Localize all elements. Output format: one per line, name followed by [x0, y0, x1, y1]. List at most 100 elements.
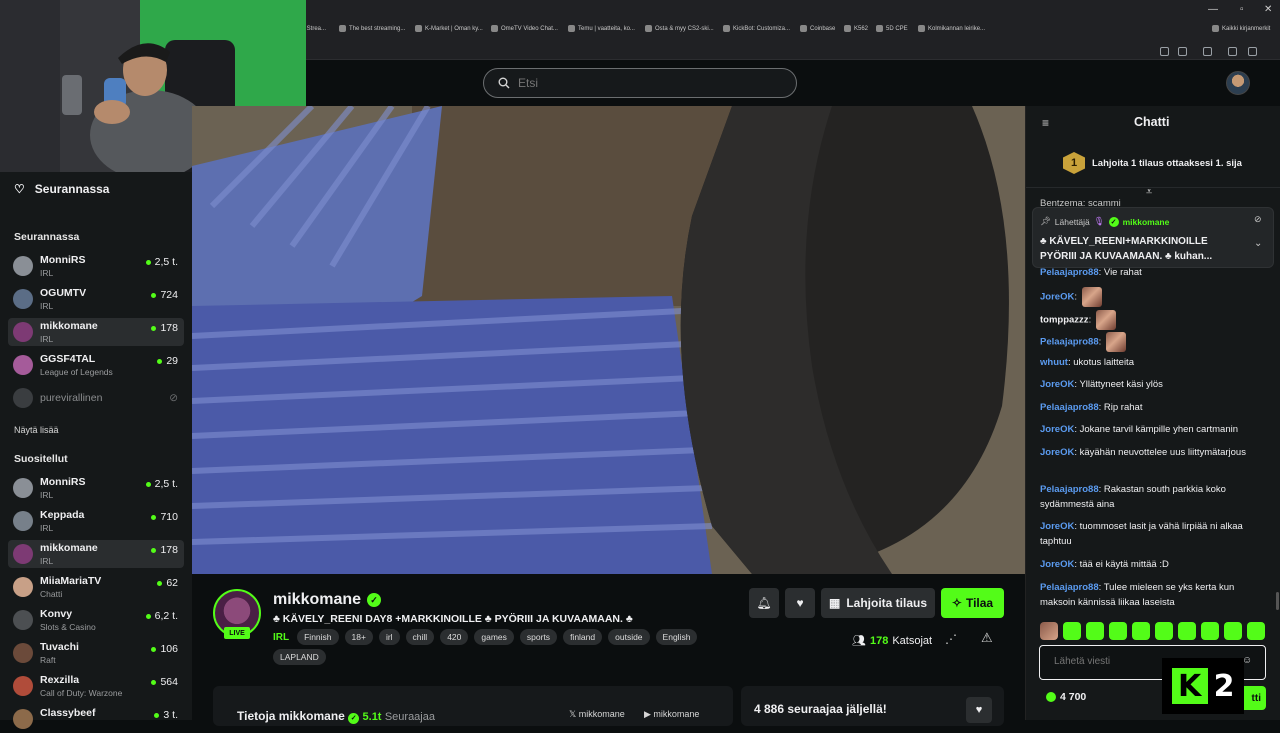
video-player[interactable] — [192, 106, 1025, 574]
bookmark-item[interactable]: 5D CPE — [876, 25, 908, 32]
restore-icon[interactable]: ▫ — [1240, 4, 1244, 15]
chat-username[interactable]: JoreOK — [1040, 559, 1074, 570]
sidebar-channel-mikkomane[interactable]: mikkomane IRL 178 — [8, 540, 184, 568]
stream-tag[interactable]: games — [474, 629, 514, 645]
chat-username[interactable]: JoreOK — [1040, 521, 1074, 532]
notification-button[interactable]: 🔔︎ — [749, 588, 779, 618]
chat-username[interactable]: JoreOK — [1040, 292, 1074, 303]
quick-emote-icon[interactable] — [1132, 622, 1150, 640]
chat-separator: : — [1098, 336, 1104, 348]
streamer-name-label[interactable]: mikkomane — [273, 591, 361, 609]
bookmark-item[interactable]: Temu | vaatteita, ko... — [568, 25, 635, 32]
chat-username[interactable]: Pelaajapro88 — [1040, 402, 1099, 413]
chat-message: JoreOK: Yllättyneet käsi ylös — [1040, 377, 1262, 392]
sidebar-channel-monnirs[interactable]: MonniRS IRL 2,5 t. — [8, 474, 184, 502]
sidebar-header[interactable]: ♡ Seurannassa — [14, 182, 109, 196]
chat-username[interactable]: tomppazzz — [1040, 315, 1089, 326]
quick-emote-icon[interactable] — [1224, 622, 1242, 640]
star-icon[interactable] — [1178, 47, 1187, 56]
user-avatar[interactable] — [1226, 71, 1250, 95]
chat-username[interactable]: Pelaajapro88 — [1040, 337, 1099, 348]
minimize-icon[interactable]: — — [1208, 4, 1218, 15]
stream-tag[interactable]: outside — [608, 629, 650, 645]
quick-emote-icon[interactable] — [1063, 622, 1081, 640]
search-bar[interactable] — [483, 68, 797, 98]
share-icon[interactable]: ⋰ — [945, 632, 957, 646]
stream-tag[interactable]: 420 — [440, 629, 469, 645]
expand-pinned-icon[interactable]: ⌄ — [1254, 238, 1262, 249]
chat-username[interactable]: whuut — [1040, 357, 1068, 368]
bookmark-item[interactable]: K562 — [844, 25, 868, 32]
quick-emote-icon[interactable] — [1178, 622, 1196, 640]
close-icon[interactable]: ✕ — [1264, 4, 1272, 15]
bookmark-item[interactable]: OmeTV Video Chat... — [491, 25, 558, 32]
channel-name: mikkomane — [40, 320, 98, 332]
chat-username[interactable]: Pelaajapro88 — [1040, 484, 1099, 495]
channel-avatar — [13, 709, 33, 729]
streamer-name[interactable]: mikkomane ✓ — [273, 591, 382, 609]
extensions-icon[interactable] — [1203, 47, 1212, 56]
show-more-link[interactable]: Näytä lisää — [14, 425, 59, 435]
stream-tag[interactable]: English — [655, 629, 698, 645]
profile-icon[interactable] — [1228, 47, 1237, 56]
sidebar-channel-purevirallinen[interactable]: purevirallinen ⊘ — [8, 384, 184, 412]
bookmark-item[interactable]: Osta & myy CS2-ski... — [645, 25, 714, 32]
stream-tag[interactable]: Finnish — [297, 629, 339, 645]
sidebar-channel-tuvachi[interactable]: Tuvachi Raft 106 — [8, 639, 184, 667]
search-input[interactable] — [518, 76, 778, 90]
chat-username[interactable]: Pelaajapro88 — [1040, 582, 1099, 593]
menu-icon[interactable] — [1248, 47, 1257, 56]
stream-tag[interactable]: finland — [563, 629, 603, 645]
quick-emote-icon[interactable] — [1155, 622, 1173, 640]
channel-points[interactable]: 4 700 — [1046, 691, 1086, 703]
page-scrollbar[interactable] — [1276, 592, 1279, 610]
stream-tag[interactable]: sports — [519, 629, 558, 645]
scroll-down-icon[interactable]: ⩡ — [1146, 186, 1152, 199]
sidebar-channel-ggsf4tal[interactable]: GGSF4TAL League of Legends 29 — [8, 351, 184, 379]
quick-emote-icon[interactable] — [1109, 622, 1127, 640]
chat-username[interactable]: JoreOK — [1040, 447, 1074, 458]
bookmark-item[interactable]: K-Market | Oman ky... — [415, 25, 483, 32]
all-bookmarks-link[interactable]: Kaikki kirjanmerkit — [1212, 25, 1270, 32]
sidebar-channel-mikkomane[interactable]: mikkomane IRL 178 — [8, 318, 184, 346]
chat-username[interactable]: JoreOK — [1040, 424, 1074, 435]
bookmark-item[interactable]: Coinbase — [800, 25, 835, 32]
hide-pinned-icon[interactable]: ⊘ — [1254, 214, 1262, 225]
chat-username[interactable]: Pelaajapro88 — [1040, 267, 1099, 278]
chat-text: Vie rahat — [1103, 267, 1142, 278]
quick-emote-icon[interactable] — [1247, 622, 1265, 640]
gift-subscription-button[interactable]: ▦ Lahjoita tilaus — [821, 588, 935, 618]
social-x-link[interactable]: 𝕏 mikkomane — [569, 709, 625, 720]
follow-button[interactable]: ♥ — [785, 588, 815, 618]
sidebar-channel-keppada[interactable]: Keppada IRL 710 — [8, 507, 184, 535]
collapse-chat-icon[interactable]: ≡ — [1042, 116, 1049, 130]
subscribe-button[interactable]: ✧ Tilaa — [941, 588, 1004, 618]
bookmark-item[interactable]: KickBot: Customiza... — [723, 25, 790, 32]
sidebar-channel-konvy[interactable]: Konvy Slots & Casino 6,2 t. — [8, 606, 184, 634]
social-x-label: mikkomane — [578, 709, 625, 719]
following-section-title: Seurannassa — [14, 231, 80, 243]
sidebar-channel-monnirs[interactable]: MonniRS IRL 2,5 t. — [8, 252, 184, 280]
channel-category: IRL — [40, 523, 54, 533]
sidebar-channel-miiamariatv[interactable]: MiiaMariaTV Chatti 62 — [8, 573, 184, 601]
report-icon[interactable]: ⚠ — [981, 630, 993, 646]
stream-tag[interactable]: LAPLAND — [273, 649, 326, 665]
stream-tag[interactable]: chill — [405, 629, 435, 645]
stream-category-link[interactable]: IRL — [273, 632, 289, 643]
sidebar-channel-ogumtv[interactable]: OGUMTV IRL 724 — [8, 285, 184, 313]
goal-follow-button[interactable]: ♥ — [966, 697, 992, 723]
sidebar-channel-classybeef[interactable]: Classybeef 3 t. — [8, 705, 184, 733]
chat-message: JoreOK: käyähän neuvottelee uus liittymä… — [1040, 445, 1262, 460]
quick-emote-icon[interactable] — [1201, 622, 1219, 640]
zoom-icon[interactable] — [1160, 47, 1169, 56]
quick-emote-icon[interactable] — [1086, 622, 1104, 640]
quick-emote-icon[interactable] — [1040, 622, 1058, 640]
sidebar-channel-rexzilla[interactable]: Rexzilla Call of Duty: Warzone 564 — [8, 672, 184, 700]
stream-tag[interactable]: irl — [378, 629, 400, 645]
bookmark-item[interactable]: The best streaming... — [339, 25, 405, 32]
stream-tag[interactable]: 18+ — [344, 629, 373, 645]
chat-username[interactable]: JoreOK — [1040, 379, 1074, 390]
mic-icon: 🎙︎ — [1093, 216, 1105, 226]
social-youtube-link[interactable]: ▶ mikkomane — [644, 709, 699, 720]
bookmark-item[interactable]: Kolmikannan leirike... — [918, 25, 985, 32]
